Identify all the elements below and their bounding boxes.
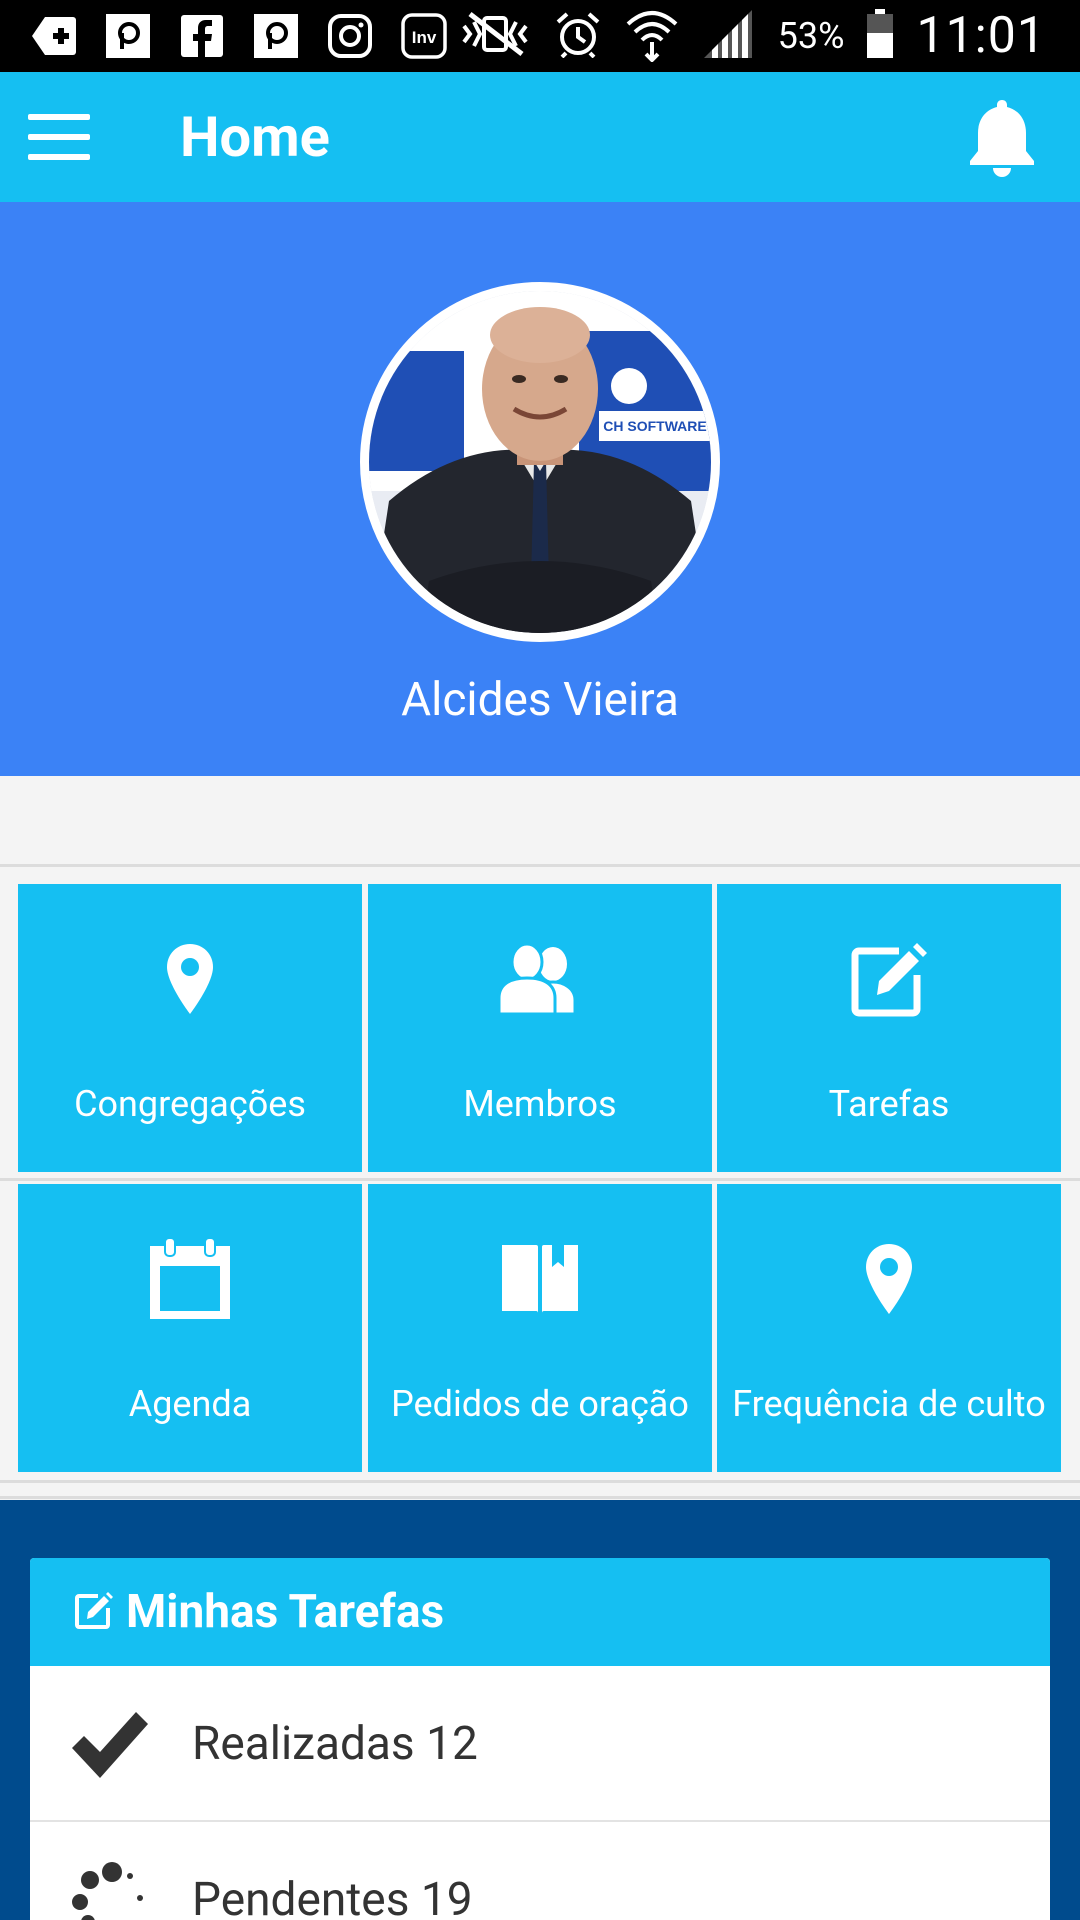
app-p-icon: [252, 13, 300, 59]
alarm-icon: [554, 10, 602, 62]
battery-percent: 53%: [777, 15, 845, 57]
system-indicators: 53% 11:01: [460, 6, 1046, 66]
tile-frequencia-de-culto[interactable]: Frequência de culto: [717, 1184, 1061, 1472]
tasks-card: Minhas Tarefas Realizadas 12 Pendentes 1…: [30, 1558, 1050, 1920]
app-toolbar: Home: [0, 72, 1080, 202]
add-box-icon: [30, 13, 78, 59]
tile-pedidos-de-oracao[interactable]: Pedidos de oração: [368, 1184, 712, 1472]
profile-name: Alcides Vieira: [401, 673, 679, 727]
spinner-icon: [70, 1860, 150, 1920]
facebook-icon: [178, 13, 226, 59]
wifi-icon: [624, 6, 680, 66]
page-title: Home: [180, 104, 330, 170]
tile-label: Tarefas: [828, 1083, 950, 1125]
tasks-section: Minhas Tarefas Realizadas 12 Pendentes 1…: [0, 1500, 1080, 1920]
notification-icons: Inv: [30, 12, 448, 60]
map-marker-icon: [717, 1234, 1061, 1324]
notifications-bell-icon[interactable]: [964, 96, 1040, 180]
tasks-header: Minhas Tarefas: [30, 1558, 1050, 1666]
tile-label: Frequência de culto: [732, 1383, 1046, 1425]
tile-label: Pedidos de oração: [391, 1383, 689, 1425]
instagram-icon: [326, 13, 374, 59]
inv-icon: Inv: [400, 13, 448, 59]
task-row-realizadas[interactable]: Realizadas 12: [30, 1666, 1050, 1822]
tile-label: Membros: [463, 1083, 617, 1125]
task-row-pendentes[interactable]: Pendentes 19: [30, 1822, 1050, 1920]
vibrate-mute-icon: [460, 10, 532, 62]
tile-congregacoes[interactable]: Congregações: [18, 884, 362, 1172]
battery-icon: [866, 9, 894, 63]
tile-tarefas[interactable]: Tarefas: [717, 884, 1061, 1172]
app-p-icon: [104, 13, 152, 59]
inv-icon-text: Inv: [412, 28, 437, 47]
check-icon: [70, 1704, 150, 1784]
divider: [0, 1480, 1080, 1483]
calendar-icon: [18, 1234, 362, 1324]
clock: 11:01: [916, 7, 1046, 65]
hamburger-menu-icon[interactable]: [28, 114, 90, 160]
tile-agenda[interactable]: Agenda: [18, 1184, 362, 1472]
photo-banner-text: CH SOFTWARE: [603, 418, 706, 434]
divider: [0, 1178, 1080, 1181]
edit-icon: [717, 934, 1061, 1024]
avatar[interactable]: CH SOFTWARE: [360, 282, 720, 642]
task-row-label: Pendentes 19: [192, 1873, 473, 1920]
tile-label: Agenda: [128, 1383, 252, 1425]
status-bar: Inv 53% 11:01: [0, 0, 1080, 72]
book-icon: [368, 1234, 712, 1324]
profile-photo: CH SOFTWARE: [369, 291, 711, 633]
divider: [0, 864, 1080, 867]
map-marker-icon: [18, 934, 362, 1024]
home-screen: Inv 53% 11:01 Home CH SOFTWARE Alcides V…: [0, 0, 1080, 1920]
tile-label: Congregações: [74, 1083, 306, 1125]
users-icon: [368, 934, 712, 1024]
tile-membros[interactable]: Membros: [368, 884, 712, 1172]
divider: [0, 1496, 1080, 1499]
tasks-title: Minhas Tarefas: [126, 1585, 445, 1639]
profile-header: CH SOFTWARE Alcides Vieira: [0, 202, 1080, 776]
task-row-label: Realizadas 12: [192, 1717, 478, 1771]
edit-icon: [74, 1590, 114, 1630]
signal-icon: [702, 8, 756, 64]
